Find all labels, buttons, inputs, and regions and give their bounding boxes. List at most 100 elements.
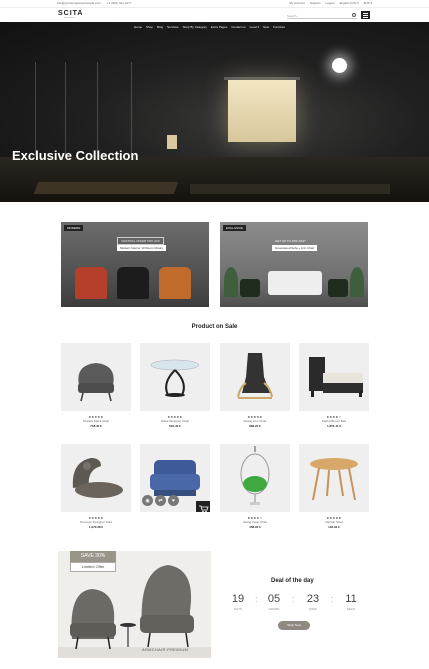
curved-sofa-icon [72, 458, 123, 498]
cart-icon [199, 505, 209, 512]
countdown-separator: : [292, 594, 295, 604]
nav-blog[interactable]: Blog [157, 25, 163, 29]
phone-text[interactable]: +1 (000) 421-1277 [107, 1, 132, 5]
nav-contact[interactable]: Contact us [231, 25, 245, 29]
countdown-separator: : [331, 594, 334, 604]
product-price: 1,651.11 € [326, 424, 341, 428]
countdown-label: SECS [346, 607, 356, 611]
product-card[interactable]: ★★★★☆ Patriot Brown Bed 1,651.11 € [299, 343, 369, 428]
product-card[interactable]: ★★★★★ Poang Arm Chair 883.20 € [220, 343, 290, 428]
product-card[interactable]: ★★★★★ Scarlett Stack Chair 718.40 € [61, 343, 131, 428]
product-price: 458.94 € [249, 525, 261, 529]
product-image[interactable] [220, 444, 290, 512]
bed-icon [309, 357, 363, 397]
top-bar: info@yourcompanyexample.com +1 (000) 421… [0, 0, 429, 8]
product-actions: ◉ ⇄ ♥ [142, 495, 179, 506]
banner-offer: GET UP TO 45% OFF* [275, 239, 306, 243]
nav-extra-pages[interactable]: Extra Pages [211, 25, 227, 29]
countdown-separator: : [255, 594, 258, 604]
product-image[interactable] [61, 343, 131, 411]
product-card[interactable]: ★★★★★ Premium Designer Sofa 1,370.38 € [61, 444, 131, 529]
product-image[interactable]: ◉ ⇄ ♥ [140, 444, 210, 512]
add-to-cart-button[interactable] [196, 501, 210, 512]
green-armchair-icon [328, 279, 348, 297]
search-icon[interactable] [352, 13, 356, 17]
nav-new[interactable]: New [263, 25, 269, 29]
product-price: 591.40 € [169, 424, 181, 428]
language-select[interactable]: English (US) ▾ [340, 1, 359, 5]
shop-now-button[interactable]: Shop Now [278, 621, 310, 630]
promo-banner-modern[interactable]: MODERN FESTIVAL OFFER 50% OFF Modern Int… [61, 222, 209, 307]
logout-link[interactable]: Logout [325, 1, 334, 5]
stool-icon [310, 458, 358, 501]
sofa-icon [268, 271, 322, 295]
deal-caption: ARMCHAIR PREMIUM [142, 647, 189, 652]
hero-banner: Exclusive Collection [0, 22, 429, 202]
ceiling-lamp [332, 58, 347, 73]
product-card[interactable]: ★★★★☆ Swing Cane Chair 458.94 € [220, 444, 290, 529]
discount-badge: SAVE 30% [70, 551, 116, 562]
black-chair-icon [117, 267, 149, 299]
my-account-link[interactable]: My Account [289, 1, 305, 5]
product-card[interactable]: ★★★★★ Glass Designer Chair 591.40 € [140, 343, 210, 428]
banner-tag: MODERN [64, 225, 84, 231]
table [33, 182, 179, 194]
product-price: 883.20 € [249, 424, 261, 428]
product-price: 1,370.38 € [88, 525, 104, 529]
nav-shop[interactable]: Shop [146, 25, 153, 29]
product-card[interactable]: ★★★★★ Varnish Stool 194.02 € [299, 444, 369, 529]
countdown-hours: 05 HOURS [262, 593, 286, 611]
floor [0, 157, 429, 202]
nav-home[interactable]: Home [134, 25, 142, 29]
quick-view-icon[interactable]: ◉ [142, 495, 153, 506]
countdown-label: HOURS [268, 607, 280, 611]
deal-title: Deal of the day [271, 578, 314, 584]
countdown-value: 19 [231, 593, 245, 605]
limited-offer-label: Limited Offer [70, 562, 116, 572]
red-chair-icon [75, 267, 107, 299]
logo-subtitle: home decor [64, 17, 75, 19]
compare-icon[interactable]: ⇄ [155, 495, 166, 506]
nav-services[interactable]: Services [167, 25, 179, 29]
wall-poster [167, 135, 177, 149]
nav-shop-by-category[interactable]: Shop By Category [183, 25, 207, 29]
banner-subtitle: Greenwood Sofa + Arm Chair [272, 245, 318, 251]
countdown-label: DAYS [234, 607, 242, 611]
lounge-chair-icon [237, 353, 273, 399]
product-image[interactable] [299, 444, 369, 512]
banner-offer: FESTIVAL OFFER 50% OFF [117, 237, 164, 245]
countdown-value: 11 [345, 593, 357, 605]
plant-icon [350, 267, 364, 297]
support-link[interactable]: Support [310, 1, 321, 5]
plant-icon [224, 267, 238, 297]
armchair-icon [78, 363, 114, 402]
currency-select[interactable]: $US ▾ [364, 1, 372, 5]
menu-icon[interactable] [361, 11, 370, 19]
banner-subtitle: Modern Interior 10 Room Chairs [117, 245, 166, 251]
main-nav: Home Shop Blog Services Shop By Category… [134, 25, 285, 29]
countdown-label: MINS [309, 607, 317, 611]
wishlist-icon[interactable]: ♥ [168, 495, 179, 506]
product-image[interactable] [220, 343, 290, 411]
orange-chair-icon [159, 267, 191, 299]
swing-chair-icon [240, 446, 270, 505]
product-image[interactable] [299, 343, 369, 411]
email-text[interactable]: info@yourcompanyexample.com [57, 1, 101, 5]
countdown-value: 23 [306, 593, 320, 605]
product-card[interactable]: ◉ ⇄ ♥ [140, 444, 210, 516]
product-price: 718.40 € [90, 424, 102, 428]
section-title: Product on Sale [191, 324, 238, 330]
nav-furniture[interactable]: Furniture [273, 25, 285, 29]
countdown-value: 05 [267, 593, 281, 605]
logo[interactable]: SCITA [58, 10, 83, 17]
nav-level[interactable]: Level ▾ [250, 25, 260, 29]
countdown-secs: 11 SECS [339, 593, 363, 611]
search-input[interactable]: Search... [287, 12, 357, 19]
product-image[interactable] [140, 343, 210, 411]
projector-screen [228, 80, 296, 142]
promo-banner-exclusive[interactable]: EXCLUSIVE GET UP TO 45% OFF* Greenwood S… [220, 222, 368, 307]
countdown-mins: 23 MINS [301, 593, 325, 611]
glass-table-icon [150, 359, 200, 397]
header: SCITA home decor Search... [0, 8, 429, 22]
product-image[interactable] [61, 444, 131, 512]
